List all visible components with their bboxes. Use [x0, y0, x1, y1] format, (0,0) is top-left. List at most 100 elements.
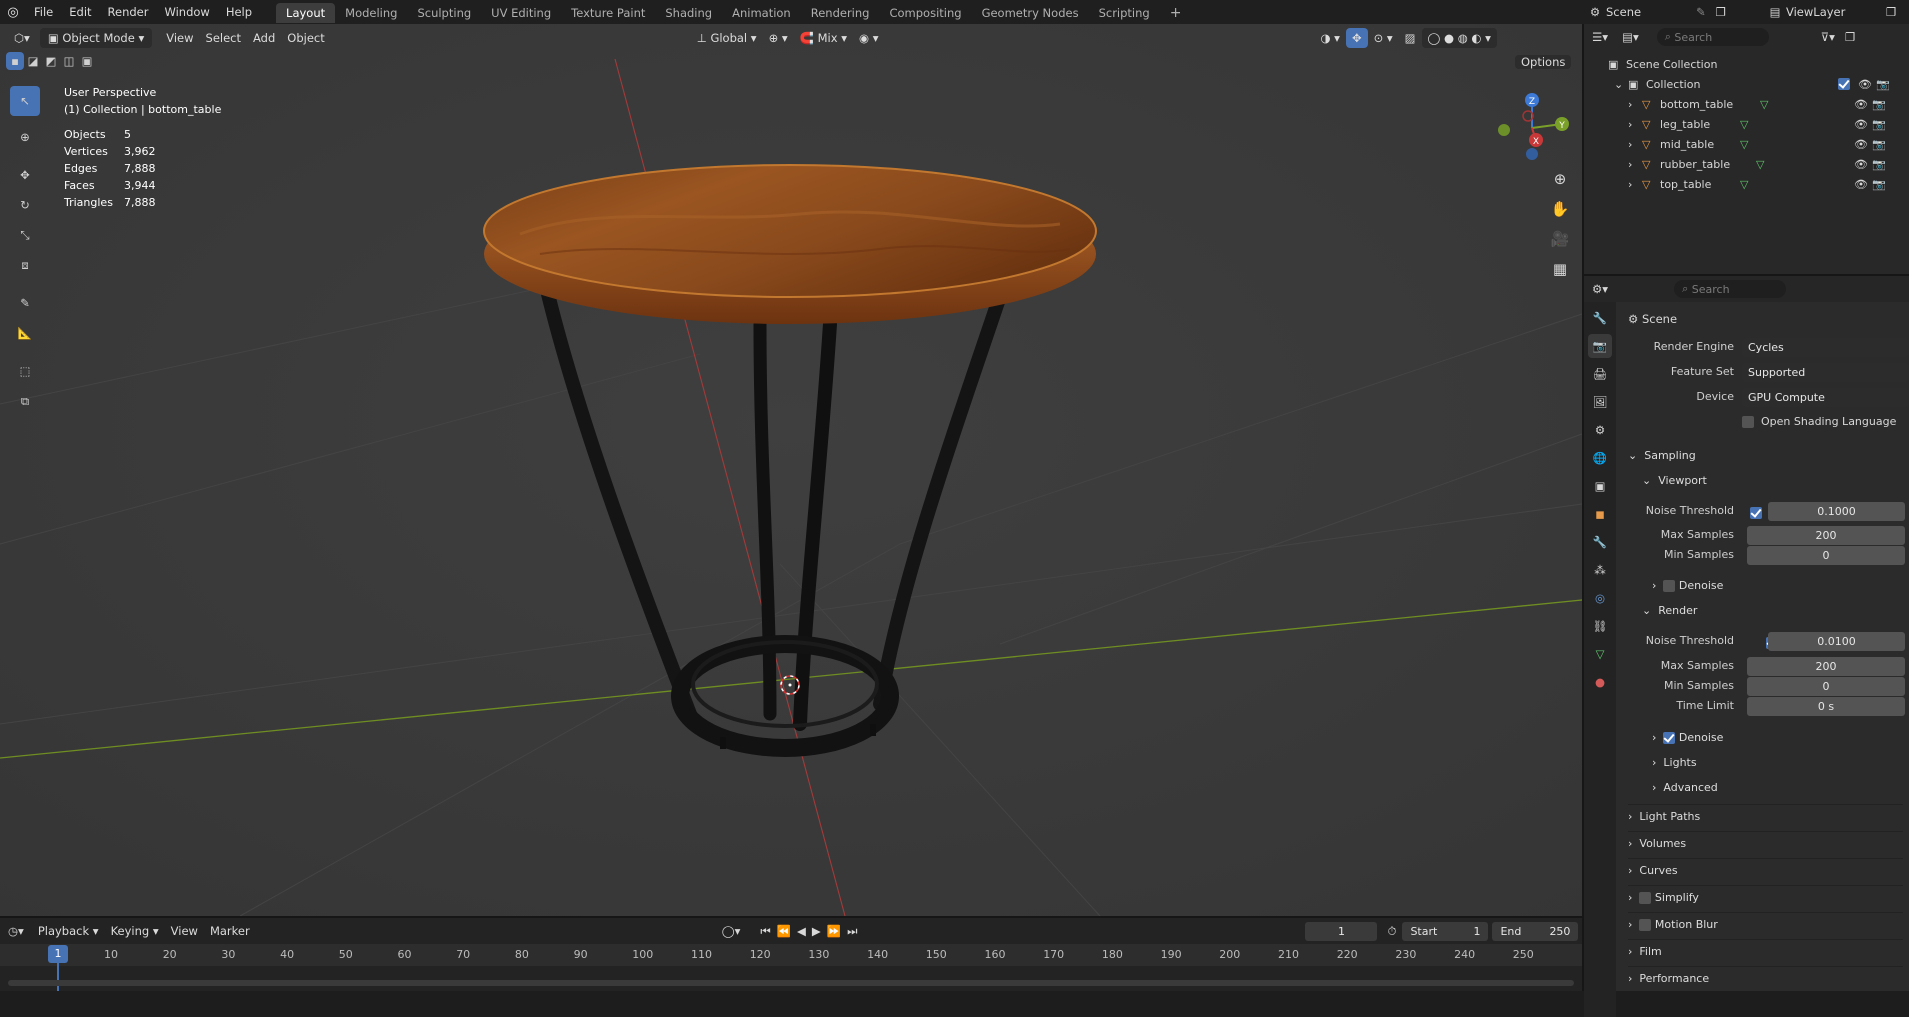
object-row-rubber-table[interactable]: › ▽ rubber_table ▽ 👁 📷 — [1608, 154, 1909, 174]
camera-icon[interactable]: 📷 — [1872, 118, 1886, 131]
tab-layout[interactable]: Layout — [276, 3, 336, 23]
physics-tab-icon[interactable]: ◎ — [1588, 586, 1612, 610]
tab-geometry-nodes[interactable]: Geometry Nodes — [972, 3, 1089, 23]
menu-playback[interactable]: Playback ▾ — [32, 921, 105, 941]
feature-set-dropdown[interactable]: Supported — [1742, 363, 1909, 382]
render-subpanel-header[interactable]: ⌄ Render — [1642, 599, 1697, 623]
blender-logo-icon[interactable]: ◎ — [0, 5, 26, 20]
material-tab-icon[interactable]: ● — [1588, 670, 1612, 694]
vp-max-field[interactable]: 200 — [1747, 526, 1905, 545]
gizmo-toggle[interactable]: ✥ — [1345, 28, 1368, 48]
r-time-field[interactable]: 0 s — [1747, 697, 1905, 716]
render-engine-dropdown[interactable]: Cycles — [1742, 338, 1909, 357]
tab-shading[interactable]: Shading — [655, 3, 722, 23]
properties-search[interactable]: ⌕ Search — [1674, 280, 1787, 298]
expand-icon[interactable]: › — [1628, 178, 1642, 191]
xray-toggle[interactable]: ▨ — [1399, 28, 1422, 48]
shading-modes[interactable]: ◯ ● ◍ ◐ ▾ — [1421, 28, 1497, 48]
menu-help[interactable]: Help — [218, 0, 260, 24]
ortho-grid-icon[interactable]: ▦ — [1545, 254, 1575, 284]
menu-view[interactable]: View — [160, 28, 199, 48]
world-tab-icon[interactable]: 🌐 — [1588, 446, 1612, 470]
object-row-leg-table[interactable]: › ▽ leg_table ▽ 👁 📷 — [1608, 114, 1909, 134]
collection-row[interactable]: ⌄ ▣ Collection 👁 📷 — [1608, 74, 1909, 94]
render-tab-icon[interactable]: 📷 — [1588, 334, 1612, 358]
menu-object[interactable]: Object — [281, 28, 330, 48]
expand-icon[interactable]: › — [1628, 138, 1642, 151]
playhead[interactable]: 1 — [48, 945, 68, 963]
jump-start-icon[interactable]: ⏮ — [760, 924, 770, 939]
gizmo-neg-y[interactable] — [1498, 124, 1510, 136]
tab-sculpting[interactable]: Sculpting — [407, 3, 481, 23]
performance-panel[interactable]: › Performance — [1628, 966, 1903, 990]
eye-icon[interactable]: 👁 — [1854, 158, 1868, 171]
data-tab-icon[interactable]: ▽ — [1588, 642, 1612, 666]
scene-selector[interactable]: ⚙ Scene ✎ ❐ — [1584, 2, 1726, 22]
measure-tool[interactable]: 📐 — [10, 318, 40, 348]
play-reverse-icon[interactable]: ◀ — [797, 924, 806, 938]
simplify-panel[interactable]: › Simplify — [1628, 885, 1903, 909]
sampling-panel-header[interactable]: ⌄ Sampling — [1628, 444, 1696, 468]
tab-compositing[interactable]: Compositing — [879, 3, 971, 23]
menu-marker[interactable]: Marker — [204, 921, 256, 941]
modifier-tab-icon[interactable]: 🔧 — [1588, 530, 1612, 554]
viewlayer-selector[interactable]: ▤ ViewLayer ❐ — [1764, 2, 1897, 22]
timeline-editor-icon[interactable]: ◷▾ — [8, 924, 24, 938]
r-denoise-checkbox[interactable] — [1663, 732, 1676, 744]
end-frame-field[interactable]: End 250 — [1492, 921, 1579, 941]
tab-rendering[interactable]: Rendering — [801, 3, 880, 23]
select-intersect-icon[interactable]: ▣ — [78, 52, 96, 70]
scene-tab-icon[interactable]: ⚙ — [1588, 418, 1612, 442]
volumes-panel[interactable]: › Volumes — [1628, 831, 1903, 855]
vp-denoise-checkbox[interactable] — [1663, 580, 1676, 592]
timeline-scrollbar[interactable] — [8, 980, 1574, 986]
jump-end-icon[interactable]: ⏭ — [847, 924, 857, 939]
expand-icon[interactable]: › — [1628, 158, 1642, 171]
r-min-field[interactable]: 0 — [1747, 677, 1905, 696]
tab-animation[interactable]: Animation — [722, 3, 801, 23]
start-frame-field[interactable]: Start 1 — [1402, 921, 1489, 941]
r-denoise-header[interactable]: › Denoise — [1652, 726, 1723, 750]
tab-uv-editing[interactable]: UV Editing — [481, 3, 561, 23]
light-paths-panel[interactable]: › Light Paths — [1628, 804, 1903, 828]
new-collection-icon[interactable]: ❐ — [1845, 30, 1855, 44]
collection-tab-icon[interactable]: ▣ — [1588, 474, 1612, 498]
new-scene-icon[interactable]: ❐ — [1716, 5, 1726, 19]
menu-select[interactable]: Select — [200, 28, 247, 48]
select-extend-icon[interactable]: ◪ — [24, 52, 42, 70]
add-object-tool[interactable]: ⧉ — [10, 386, 40, 416]
filter-icon[interactable]: ⊽▾ — [1821, 30, 1835, 44]
object-row-bottom-table[interactable]: › ▽ bottom_table ▽ 👁 📷 — [1608, 94, 1909, 114]
outliner-search[interactable]: ⌕ Search — [1656, 28, 1769, 46]
current-frame-field[interactable]: 1 — [1305, 921, 1378, 941]
transform-tool[interactable]: ⧈ — [10, 250, 40, 280]
add-workspace-button[interactable]: + — [1160, 3, 1192, 23]
pivot-dropdown[interactable]: ⊕ ▾ — [763, 28, 794, 48]
motion-blur-panel[interactable]: › Motion Blur — [1628, 912, 1903, 936]
visibility-dropdown[interactable]: ◑ ▾ — [1314, 28, 1345, 48]
camera-icon[interactable]: 📷 — [1872, 158, 1886, 171]
simplify-checkbox[interactable] — [1639, 892, 1652, 904]
r-noise-field[interactable]: 0.0100 — [1768, 632, 1905, 651]
menu-keying[interactable]: Keying ▾ — [105, 921, 165, 941]
new-viewlayer-icon[interactable]: ❐ — [1886, 5, 1896, 19]
tool-tab-icon[interactable]: 🔧 — [1588, 306, 1612, 330]
tab-texture-paint[interactable]: Texture Paint — [561, 3, 655, 23]
osl-checkbox[interactable] — [1742, 415, 1754, 428]
expand-icon[interactable]: ⌄ — [1614, 78, 1628, 91]
curves-panel[interactable]: › Curves — [1628, 858, 1903, 882]
menu-timeline-view[interactable]: View — [165, 921, 204, 941]
overlay-toggle[interactable]: ⊙ ▾ — [1368, 28, 1399, 48]
view-layer-tab-icon[interactable]: 🖼 — [1588, 390, 1612, 414]
annotate-tool[interactable]: ✎ — [10, 288, 40, 318]
scene-collection-row[interactable]: ▣ Scene Collection — [1608, 54, 1909, 74]
eye-icon[interactable]: 👁 — [1858, 78, 1872, 91]
tab-modeling[interactable]: Modeling — [335, 3, 407, 23]
select-box-tool[interactable]: ↖ — [10, 86, 40, 116]
object-row-mid-table[interactable]: › ▽ mid_table ▽ 👁 📷 — [1608, 134, 1909, 154]
jump-keyframe-forward-icon[interactable]: ⏩ — [827, 924, 841, 938]
display-mode-icon[interactable]: ▤▾ — [1622, 30, 1639, 44]
vp-denoise-header[interactable]: › Denoise — [1652, 574, 1723, 598]
advanced-subpanel-header[interactable]: › Advanced — [1652, 776, 1718, 800]
vp-min-field[interactable]: 0 — [1747, 546, 1905, 565]
